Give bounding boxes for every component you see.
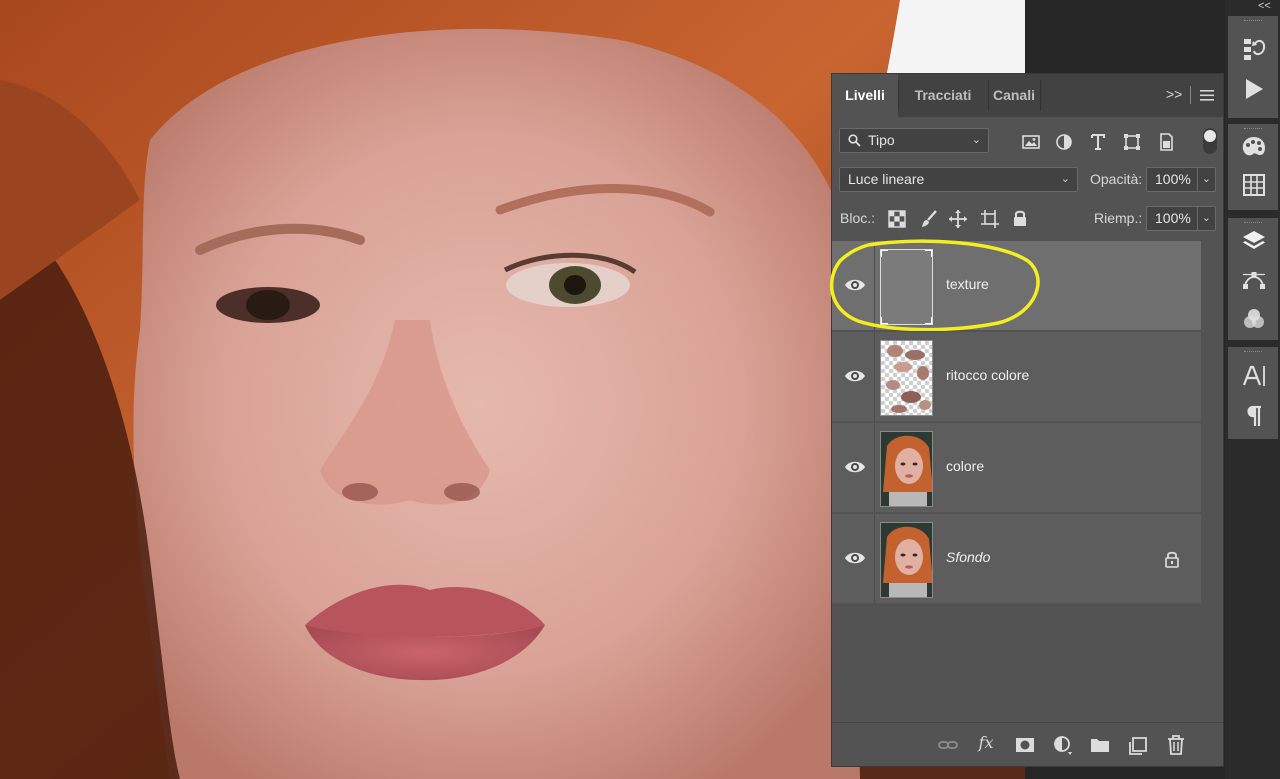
character-icon[interactable] [1241, 363, 1267, 389]
chevron-down-icon: ⌄ [971, 134, 981, 146]
layer-thumbnail[interactable] [880, 340, 933, 416]
photoshop-workspace: Livelli Tracciati Canali >> Tipo ⌄ Luce … [0, 0, 1280, 779]
layer-name[interactable]: colore [946, 458, 984, 474]
channels-icon[interactable] [1241, 306, 1267, 332]
opacity-field[interactable]: 100% ⌄ [1146, 167, 1216, 192]
history-icon[interactable] [1241, 36, 1267, 62]
fill-label: Riemp.: [1094, 210, 1143, 226]
layer-name[interactable]: ritocco colore [946, 367, 1029, 383]
paths-icon[interactable] [1241, 266, 1267, 292]
new-layer-icon[interactable] [1127, 734, 1149, 756]
layer-row-sfondo[interactable]: Sfondo [832, 514, 1201, 603]
grid-icon[interactable] [1241, 172, 1267, 198]
layer-name[interactable]: texture [946, 276, 989, 292]
visibility-eye-icon[interactable] [844, 458, 866, 476]
tab-channels[interactable]: Canali [988, 74, 1040, 117]
right-panel-dock: << [1226, 0, 1280, 779]
lock-row: Bloc.: Riemp.: 100% ⌄ [832, 196, 1223, 240]
layer-row-texture[interactable]: texture [832, 241, 1201, 330]
filter-type-icon[interactable] [1088, 132, 1108, 152]
lock-label: Bloc.: [840, 210, 876, 226]
dock-group-3 [1228, 218, 1278, 340]
chevron-down-icon[interactable]: ⌄ [1196, 168, 1211, 191]
layer-thumbnail[interactable] [880, 522, 933, 598]
lock-artboard-icon[interactable] [980, 209, 1000, 229]
filter-shape-icon[interactable] [1122, 132, 1142, 152]
filter-type-select[interactable]: Tipo ⌄ [839, 128, 989, 153]
filter-adjustment-icon[interactable] [1054, 132, 1074, 152]
filter-pixel-icon[interactable] [1021, 132, 1041, 152]
tab-layers[interactable]: Livelli [832, 74, 898, 117]
search-icon [848, 134, 861, 147]
opacity-value: 100% [1155, 171, 1191, 187]
dock-group-4 [1228, 347, 1278, 439]
mask-icon[interactable] [1014, 734, 1036, 756]
chevron-down-icon: ⌄ [1060, 173, 1070, 185]
link-icon[interactable] [937, 734, 959, 756]
layer-list: texture ritocco colore colore Sfondo [832, 241, 1223, 721]
fill-field[interactable]: 100% ⌄ [1146, 206, 1216, 231]
adjustment-icon[interactable] [1052, 734, 1074, 756]
chevron-down-icon[interactable]: ⌄ [1196, 207, 1211, 230]
filter-type-label: Tipo [868, 132, 895, 148]
lock-all-icon[interactable] [1010, 208, 1030, 228]
folder-icon[interactable] [1089, 734, 1111, 756]
layer-thumbnail[interactable] [880, 431, 933, 507]
visibility-eye-icon[interactable] [844, 367, 866, 385]
blend-mode-select[interactable]: Luce lineare ⌄ [839, 167, 1078, 192]
layers-panel: Livelli Tracciati Canali >> Tipo ⌄ Luce … [831, 73, 1224, 767]
layer-row-ritocco-colore[interactable]: ritocco colore [832, 332, 1201, 421]
lock-move-icon[interactable] [948, 209, 968, 229]
visibility-eye-icon[interactable] [844, 276, 866, 294]
layer-filter-row: Tipo ⌄ [832, 118, 1223, 158]
layers-icon[interactable] [1241, 228, 1267, 254]
panel-tab-bar: Livelli Tracciati Canali >> [832, 74, 1223, 117]
play-icon[interactable] [1241, 76, 1267, 102]
filter-smart-object-icon[interactable] [1156, 132, 1176, 152]
layer-row-colore[interactable]: colore [832, 423, 1201, 512]
dock-group-2 [1228, 124, 1278, 210]
paragraph-icon[interactable] [1241, 403, 1267, 429]
filter-toggle[interactable] [1203, 128, 1217, 154]
trash-icon[interactable] [1165, 734, 1187, 756]
layer-lock-icon[interactable] [1164, 550, 1180, 568]
layers-action-bar: fx [832, 722, 1223, 766]
visibility-eye-icon[interactable] [844, 549, 866, 567]
blend-row: Luce lineare ⌄ Opacità: 100% ⌄ [832, 158, 1223, 196]
lock-transparent-icon[interactable] [887, 209, 907, 229]
dock-group-1 [1228, 16, 1278, 118]
panel-expand-button[interactable]: >> [1166, 86, 1182, 102]
palette-icon[interactable] [1241, 134, 1267, 160]
tab-paths[interactable]: Tracciati [898, 74, 988, 117]
blend-mode-value: Luce lineare [848, 171, 925, 187]
panel-menu-icon[interactable] [1199, 89, 1215, 102]
lock-paint-icon[interactable] [919, 209, 939, 229]
opacity-label: Opacità: [1090, 171, 1143, 187]
fx-icon[interactable]: fx [975, 733, 997, 755]
fill-value: 100% [1155, 210, 1191, 226]
dock-collapse-button[interactable]: << [1258, 0, 1271, 12]
layer-thumbnail[interactable] [880, 249, 933, 325]
layer-name[interactable]: Sfondo [946, 549, 990, 565]
